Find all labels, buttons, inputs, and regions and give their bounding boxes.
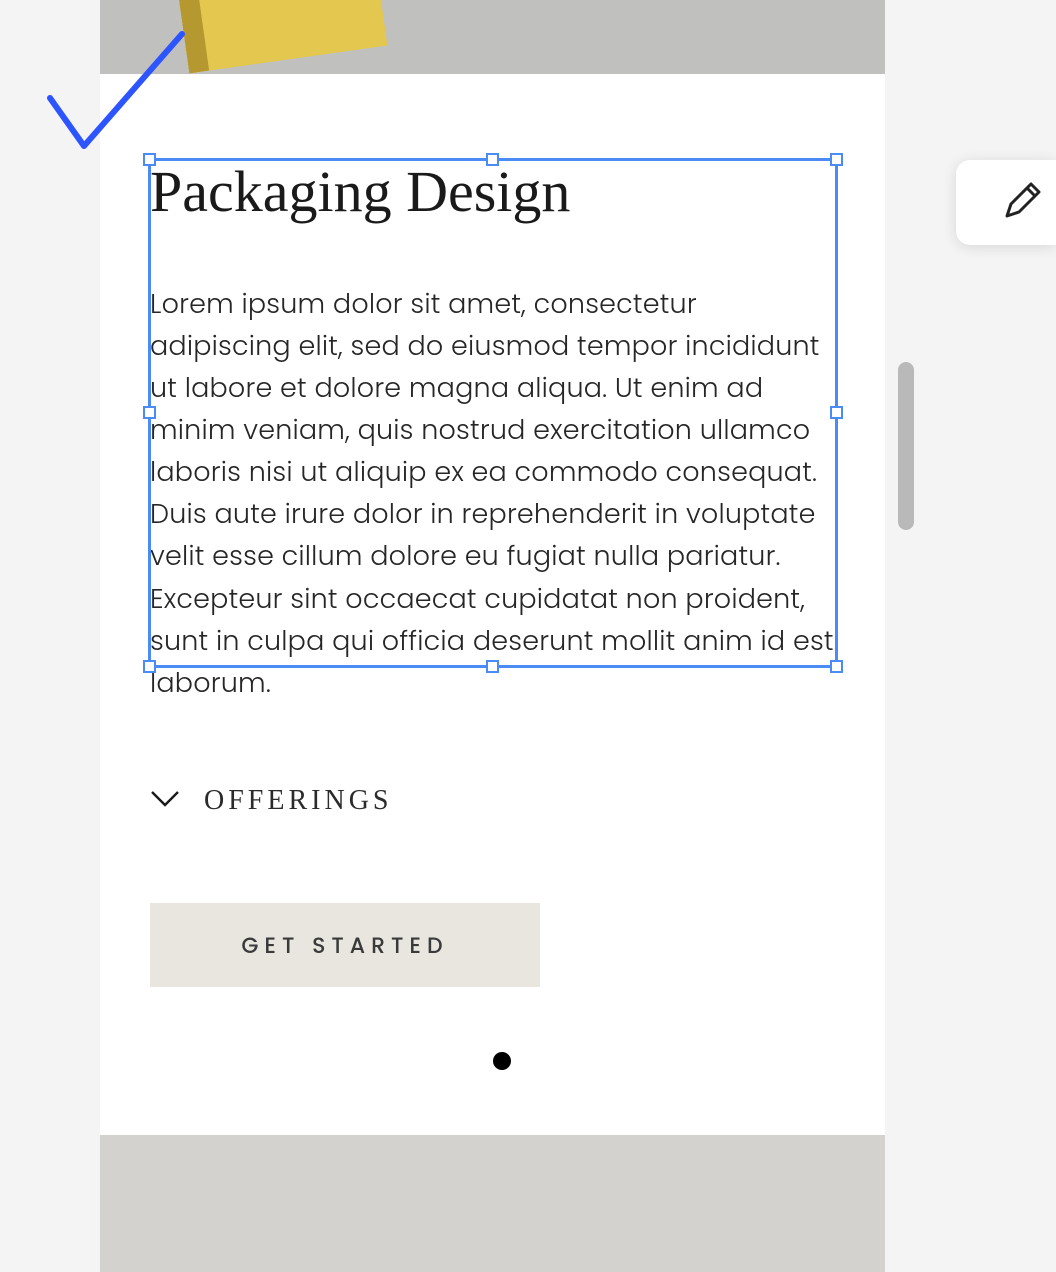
edit-button[interactable] xyxy=(956,160,1056,245)
next-section-image xyxy=(100,1135,885,1272)
cta-label: GET STARTED xyxy=(241,929,448,962)
section-heading[interactable]: Packaging Design xyxy=(150,160,835,224)
hero-image xyxy=(100,0,885,74)
content-block[interactable]: Packaging Design Lorem ipsum dolor sit a… xyxy=(150,160,835,705)
offerings-accordion[interactable]: OFFERINGS xyxy=(150,785,392,817)
carousel-dot[interactable] xyxy=(493,1052,511,1070)
pencil-icon xyxy=(1001,178,1045,227)
section-body[interactable]: Lorem ipsum dolor sit amet, consectetur … xyxy=(150,284,835,705)
chevron-down-icon xyxy=(150,790,180,813)
get-started-button[interactable]: GET STARTED xyxy=(150,903,540,987)
page-canvas: Packaging Design Lorem ipsum dolor sit a… xyxy=(100,0,885,1272)
accordion-label: OFFERINGS xyxy=(204,785,392,817)
scrollbar-thumb[interactable] xyxy=(898,362,914,530)
